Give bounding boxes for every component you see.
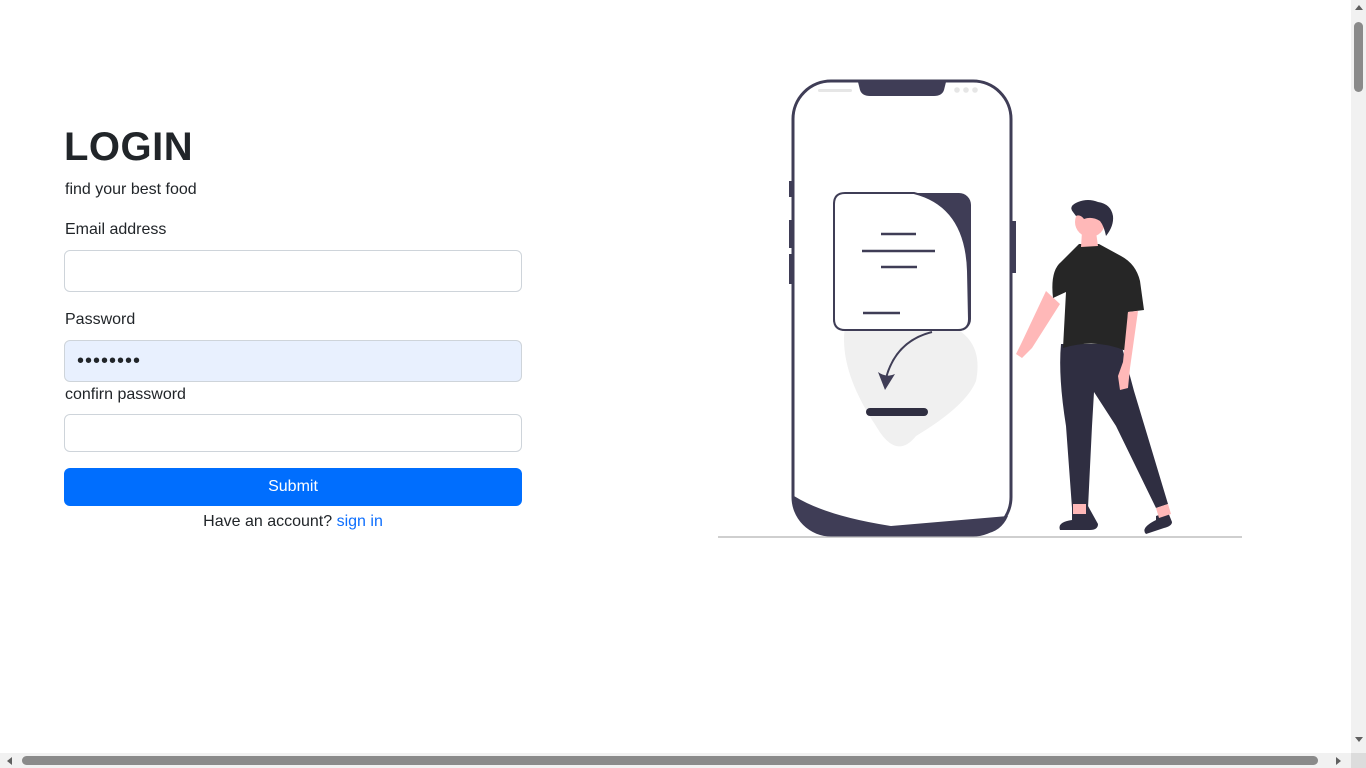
password-field[interactable] [64,340,522,382]
account-text: Have an account? [203,513,333,530]
page-viewport: LOGIN find your best food Email address … [0,0,1351,753]
login-form: LOGIN find your best food Email address … [64,118,522,534]
submit-button[interactable]: Submit [64,468,522,506]
password-label: Password [65,311,136,328]
email-field[interactable] [64,250,522,292]
horizontal-scroll-thumb[interactable] [22,756,1318,765]
sign-in-link[interactable]: sign in [337,513,383,530]
horizontal-scrollbar[interactable] [0,753,1351,768]
page-subtitle: find your best food [65,181,197,198]
scroll-up-icon[interactable] [1355,5,1363,10]
confirm-password-field[interactable] [64,414,522,452]
page-title: LOGIN [64,125,194,169]
account-prompt: Have an account? sign in [64,510,522,534]
vertical-scroll-thumb[interactable] [1354,22,1363,92]
email-label: Email address [65,221,167,238]
confirm-password-label: confirn password [65,386,186,403]
scroll-down-icon[interactable] [1355,737,1363,742]
scroll-right-icon[interactable] [1336,757,1341,765]
scrollbar-corner [1351,753,1366,768]
vertical-scrollbar[interactable] [1351,0,1366,753]
scroll-left-icon[interactable] [7,757,12,765]
person-with-phone-illustration [718,79,1242,538]
